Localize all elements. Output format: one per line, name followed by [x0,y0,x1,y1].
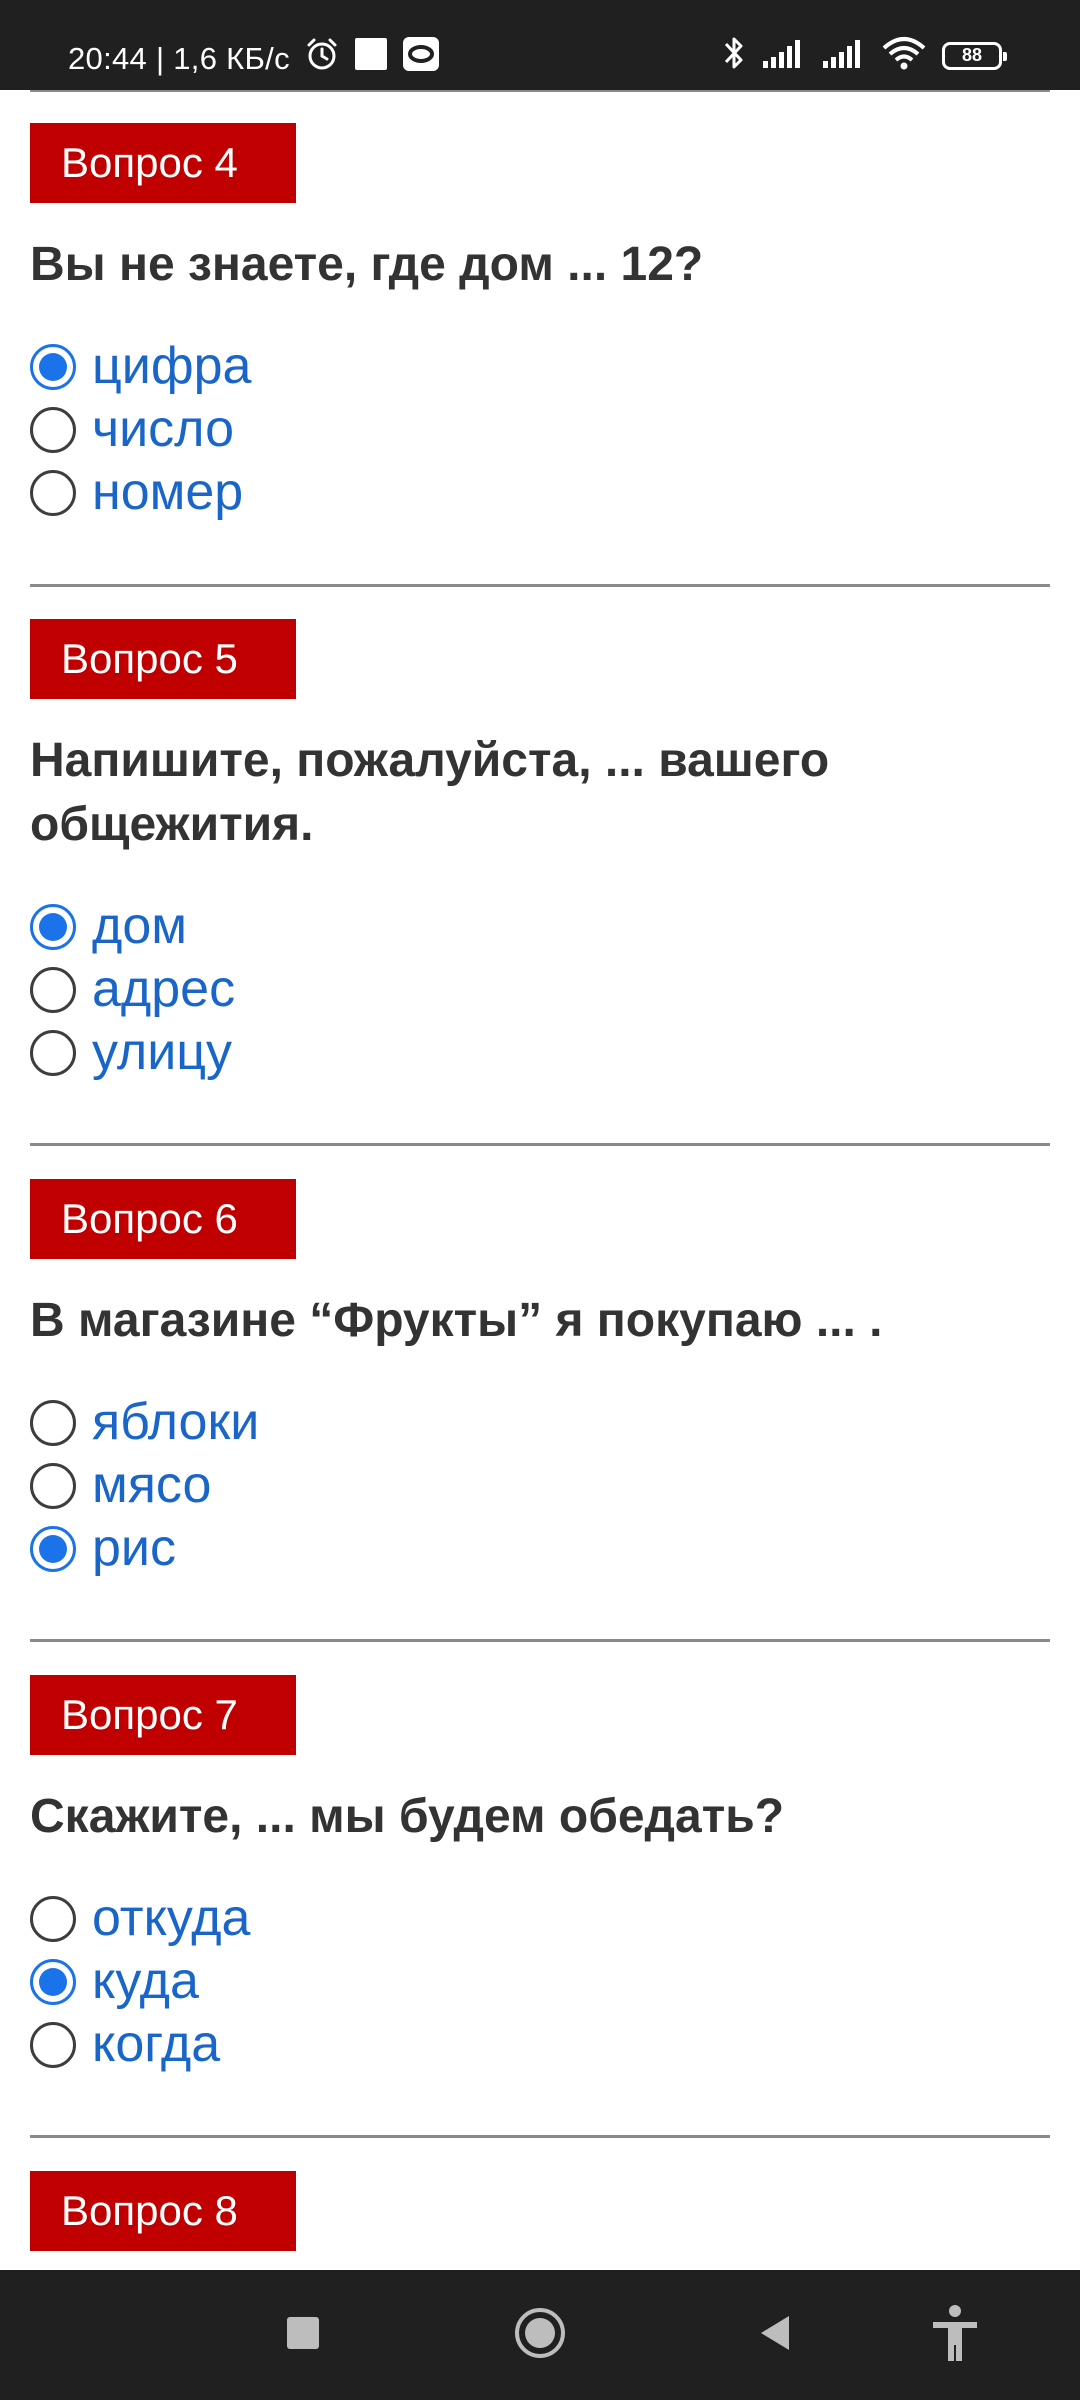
recents-square-icon [285,2315,321,2356]
answer-label[interactable]: рис [92,1517,176,1580]
answer-label[interactable]: номер [92,461,243,524]
answer-label[interactable]: когда [92,2013,220,2076]
answer-options: цифра число номер [30,335,1050,524]
radio-button[interactable] [30,406,76,453]
answer-option[interactable]: куда [30,1950,1050,2013]
back-triangle-icon [755,2313,795,2358]
question-5: Вопрос 5 Напишите, пожалуйста, ... вашег… [30,619,1050,1084]
status-right: 88 [722,34,1007,77]
alarm-icon [304,36,340,82]
answer-option[interactable]: рис [30,1517,1050,1580]
question-badge: Вопрос 8 [30,2171,296,2251]
answer-option[interactable]: адрес [30,958,1050,1021]
answer-label[interactable]: яблоки [92,1391,259,1454]
question-badge: Вопрос 4 [30,123,296,203]
question-6: Вопрос 6 В магазине “Фрукты” я покупаю .… [30,1179,1050,1580]
answer-option[interactable]: когда [30,2013,1050,2076]
quiz-content[interactable]: Вопрос 4 Вы не знаете, где дом ... 12? ц… [0,90,1080,2270]
status-left: 20:44 | 1,6 КБ/с [68,36,440,82]
answer-option[interactable]: улицу [30,1021,1050,1084]
question-7: Вопрос 7 Скажите, ... мы будем обедать? … [30,1675,1050,2076]
radio-button[interactable] [30,1399,76,1446]
radio-button-selected[interactable] [30,1958,76,2005]
question-text: Вы не знаете, где дом ... 12? [30,238,704,291]
answer-option[interactable]: цифра [30,335,1050,398]
radio-button-selected[interactable] [30,903,76,950]
battery-level: 88 [961,45,983,65]
home-button[interactable] [505,2300,575,2370]
top-divider [30,90,1050,92]
answer-label[interactable]: куда [92,1950,199,2013]
answer-options: яблоки мясо рис [30,1391,1050,1580]
bluetooth-icon [722,34,746,77]
answer-label[interactable]: откуда [92,1887,250,1950]
wifi-icon [882,36,926,75]
back-button[interactable] [740,2300,810,2370]
answer-option[interactable]: число [30,398,1050,461]
home-circle-icon [513,2306,567,2365]
question-8: Вопрос 8 [30,2171,1050,2251]
question-divider [30,2135,1050,2138]
radio-button[interactable] [30,1029,76,1076]
answer-options: откуда куда когда [30,1887,1050,2076]
answer-label[interactable]: цифра [92,335,251,398]
answer-label[interactable]: дом [92,895,187,958]
signal-icon [822,37,866,74]
battery-icon: 88 [942,41,1007,70]
status-bar: 20:44 | 1,6 КБ/с 88 [0,0,1080,90]
answer-label[interactable]: улицу [92,1021,232,1084]
question-badge: Вопрос 5 [30,619,296,699]
question-text: Скажите, ... мы будем обедать? [30,1790,785,1843]
question-text: В магазине “Фрукты” я покупаю ... . [30,1294,883,1347]
answer-option[interactable]: мясо [30,1454,1050,1517]
question-divider [30,1143,1050,1146]
question-divider [30,1639,1050,1642]
radio-button-selected[interactable] [30,1525,76,1572]
answer-label[interactable]: мясо [92,1454,211,1517]
radio-button[interactable] [30,966,76,1013]
radio-button[interactable] [30,1895,76,1942]
square-notification-icon [354,37,388,81]
answer-option[interactable]: яблоки [30,1391,1050,1454]
answer-options: дом адрес улицу [30,895,1050,1084]
status-time: 20:44 | 1,6 КБ/с [68,41,290,76]
question-badge: Вопрос 7 [30,1675,296,1755]
answer-option[interactable]: номер [30,461,1050,524]
radio-button-selected[interactable] [30,343,76,390]
answer-label[interactable]: адрес [92,958,235,1021]
screen-record-icon [402,36,440,82]
accessibility-icon [929,2303,981,2368]
question-4: Вопрос 4 Вы не знаете, где дом ... 12? ц… [30,123,1050,524]
accessibility-button[interactable] [920,2300,990,2370]
radio-button[interactable] [30,2021,76,2068]
answer-option[interactable]: откуда [30,1887,1050,1950]
radio-button[interactable] [30,469,76,516]
signal-icon [762,37,806,74]
navigation-bar [0,2270,1080,2400]
question-badge: Вопрос 6 [30,1179,296,1259]
radio-button[interactable] [30,1462,76,1509]
question-divider [30,584,1050,587]
question-text: Напишите, пожалуйста, ... вашего общежит… [30,734,830,851]
answer-option[interactable]: дом [30,895,1050,958]
recents-button[interactable] [268,2300,338,2370]
answer-label[interactable]: число [92,398,234,461]
